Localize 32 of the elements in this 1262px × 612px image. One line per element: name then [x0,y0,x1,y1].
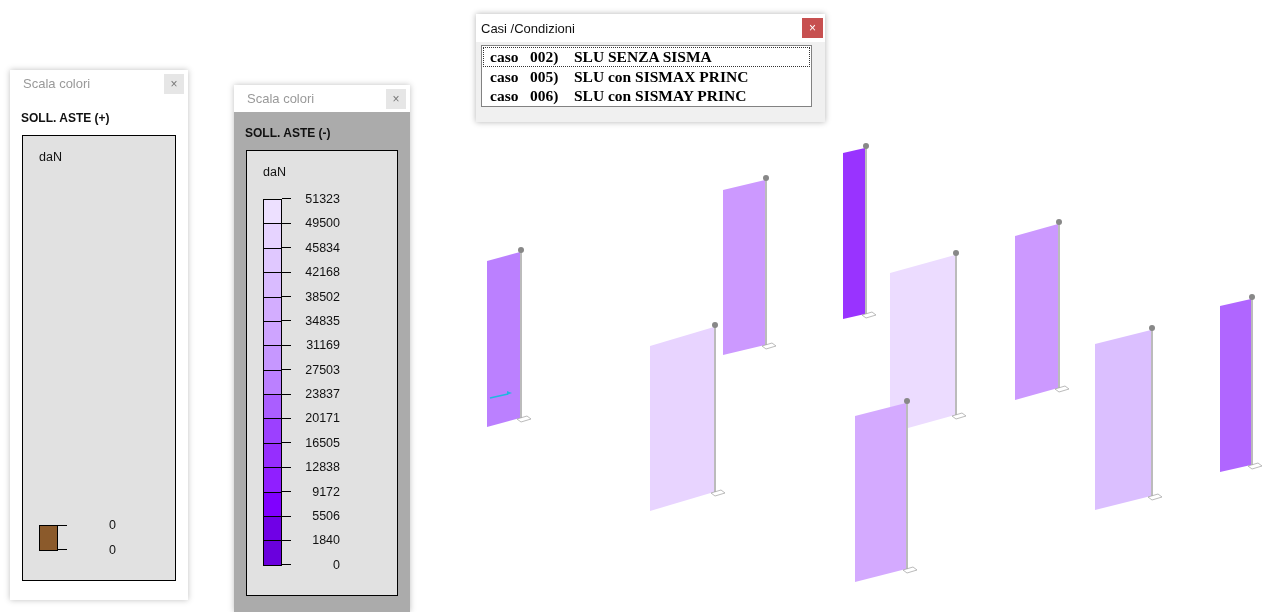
scale-value: 45834 [304,240,340,255]
scale-value: 9172 [311,484,340,499]
scale-value: 16505 [304,435,340,450]
scale-value: 27503 [304,362,340,377]
scale-value: 49500 [304,216,340,231]
scale-value: 1840 [311,533,340,548]
scale-value: 0 [332,557,340,572]
window-title: Casi /Condizioni [481,20,575,36]
scale-value: 23837 [304,387,340,402]
scale-value: 20171 [304,411,340,426]
close-button[interactable]: × [386,88,406,109]
scale-value: 31169 [305,338,340,353]
scale-value: 12838 [304,460,340,475]
window-title: Scala colori [23,76,91,91]
arrow-icon [489,391,512,399]
legend-heading: SOLL. ASTE (-) [244,125,332,142]
close-button[interactable]: × [802,18,823,38]
scale-value: 0 [108,542,116,557]
case-item[interactable]: caso 006) SLU con SISMAY PRINC [483,86,810,106]
legend-heading: SOLL. ASTE (+) [20,110,111,127]
scale-value: 0 [108,518,116,533]
scale-value: 34835 [304,313,340,328]
unit-label: daN [263,165,286,179]
scale-value: 51323 [304,191,340,206]
scale-value: 38502 [304,289,340,304]
scale-value: 42168 [304,265,340,280]
window-title: Scala colori [247,91,315,106]
scale-value: 5506 [311,509,340,523]
case-item[interactable]: caso 005) SLU con SISMAX PRINC [483,66,810,86]
case-item[interactable]: caso 002) SLU SENZA SISMA [483,47,810,67]
unit-label: daN [39,150,62,164]
close-button[interactable]: × [164,73,184,94]
